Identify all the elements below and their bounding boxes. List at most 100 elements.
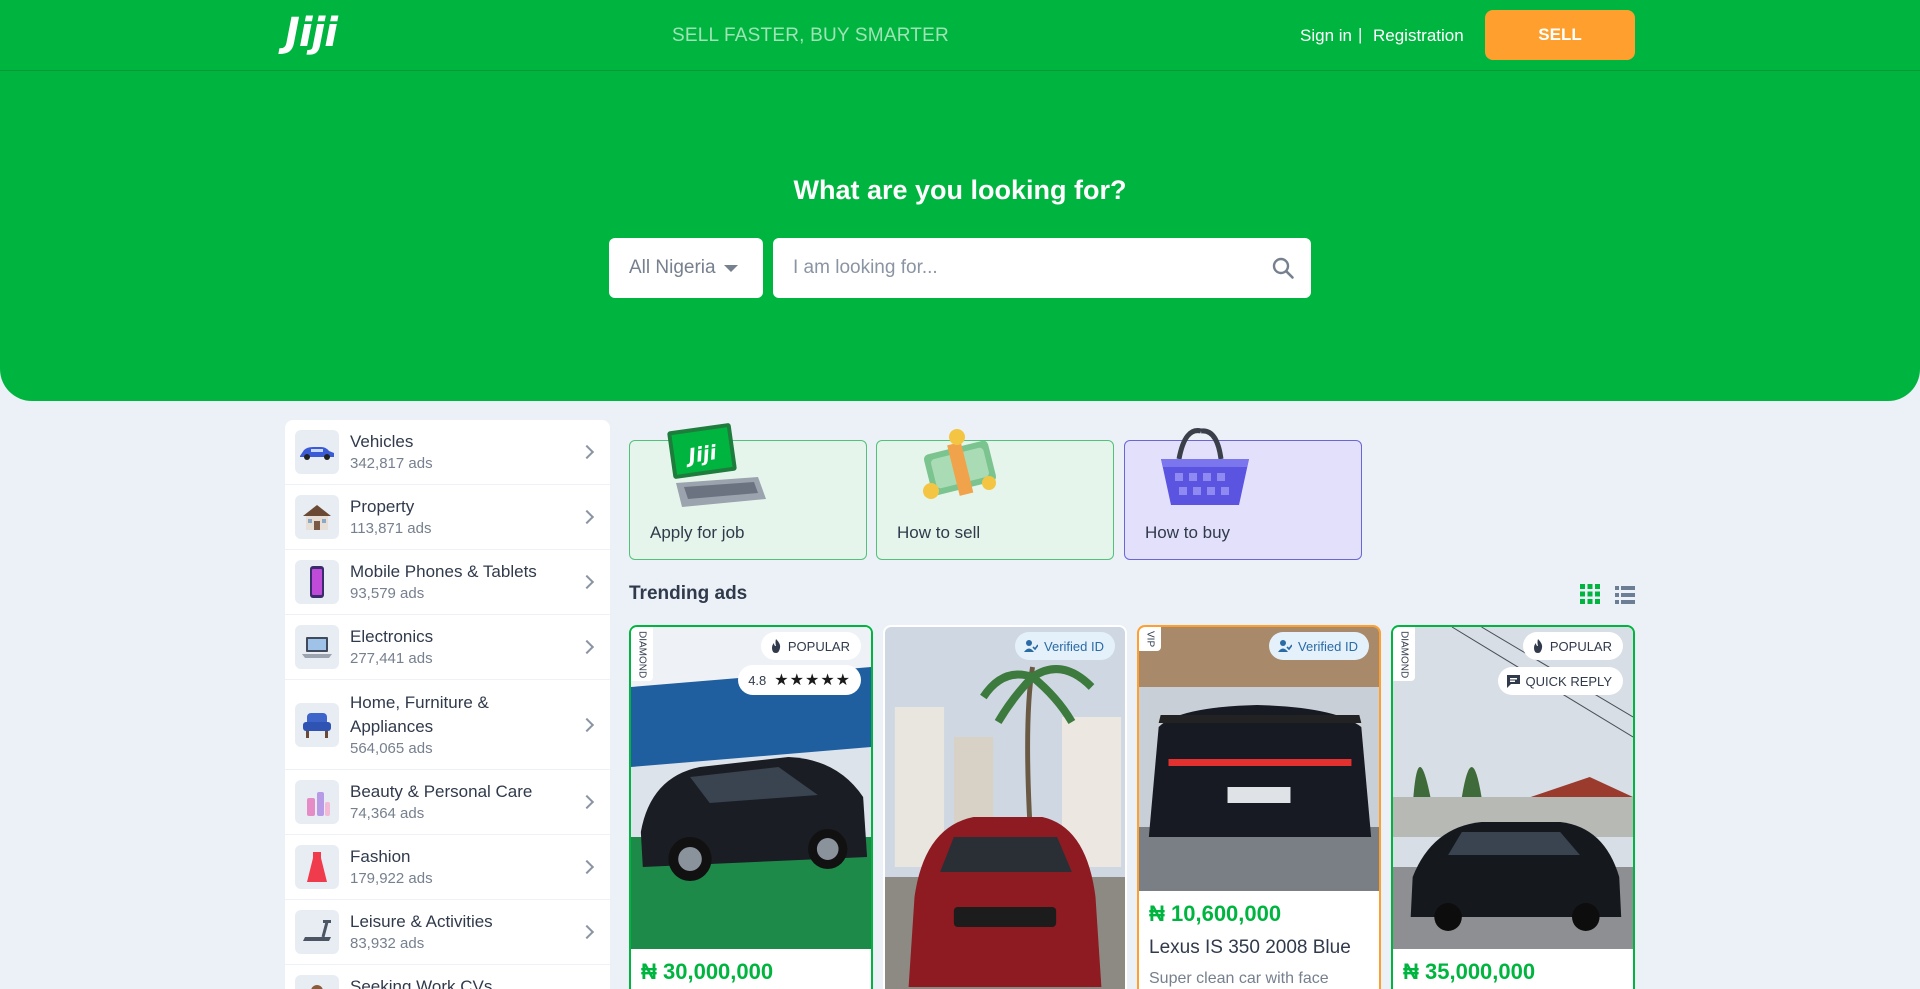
chevron-right-icon — [579, 574, 595, 590]
ad-price: ₦ 35,000,000 — [1403, 959, 1536, 984]
category-sidebar: Vehicles 342,817 ads Property 113,871 ads … — [285, 420, 610, 989]
jiji-logo[interactable]: Jiji — [285, 10, 338, 56]
category-name: Beauty & Personal Care — [350, 782, 533, 801]
category-count: 93,579 ads — [350, 585, 425, 602]
ad-card[interactable]: DIAMOND POPULAR 4.8 ★★★★★ ₦ 30,000,000 — [629, 625, 873, 989]
tier-label: DIAMOND — [631, 627, 653, 681]
category-item-beauty[interactable]: Beauty & Personal Care 74,364 ads — [285, 770, 610, 835]
location-select[interactable]: All Nigeria — [609, 238, 763, 298]
category-item-home-furniture[interactable]: Home, Furniture & Appliances 564,065 ads — [285, 680, 610, 770]
grid-view-icon[interactable] — [1580, 584, 1600, 604]
category-count: 83,932 ads — [350, 935, 425, 952]
category-name: Leisure & Activities — [350, 912, 493, 931]
category-name: Vehicles — [350, 432, 414, 451]
sign-in-link[interactable]: Sign in — [1300, 26, 1352, 46]
category-name: Property — [350, 497, 415, 516]
verified-user-icon — [1278, 640, 1293, 652]
nav-separator: | — [1358, 25, 1363, 44]
badge-text: Verified ID — [1044, 638, 1104, 654]
category-name: Home, Furniture & Appliances — [350, 692, 489, 736]
basket-icon — [1161, 428, 1249, 505]
tile-label: How to buy — [1145, 523, 1231, 542]
category-count: 564,065 ads — [350, 739, 433, 757]
chevron-right-icon — [579, 639, 595, 655]
category-name: Electronics — [350, 627, 434, 646]
person-icon — [295, 975, 339, 989]
category-item-leisure[interactable]: Leisure & Activities 83,932 ads — [285, 900, 610, 965]
popular-badge: POPULAR — [1522, 632, 1623, 660]
ad-image — [885, 627, 1125, 989]
star-icon: ★★★★★ — [774, 672, 851, 689]
badge-text: Verified ID — [1298, 638, 1358, 654]
popular-badge: POPULAR — [760, 632, 861, 660]
category-count: 113,871 ads — [350, 520, 432, 537]
verified-id-badge: Verified ID — [1015, 632, 1115, 660]
category-count: 277,441 ads — [350, 650, 433, 667]
registration-link[interactable]: Registration — [1373, 26, 1464, 46]
laptop-jiji-icon: Jiji — [667, 423, 766, 507]
ad-description: Super clean car with face — [1149, 970, 1329, 987]
chevron-right-icon — [579, 924, 595, 940]
category-count: 74,364 ads — [350, 805, 425, 822]
hero-title: What are you looking for? — [793, 175, 1127, 205]
quick-reply-badge: QUICK REPLY — [1497, 667, 1623, 695]
tile-label: Apply for job — [650, 523, 745, 542]
trending-ads-title: Trending ads — [629, 583, 748, 604]
flame-icon — [1533, 639, 1543, 653]
money-icon — [923, 429, 997, 499]
chevron-right-icon — [579, 444, 595, 460]
tier-label: DIAMOND — [1393, 627, 1415, 681]
tier-label: VIP — [1139, 627, 1161, 651]
list-view-icon[interactable] — [1615, 586, 1635, 604]
caret-down-icon — [723, 264, 738, 272]
search-box — [773, 238, 1311, 298]
armchair-icon — [295, 702, 339, 747]
flame-icon — [771, 639, 781, 653]
search-input[interactable] — [793, 238, 1253, 298]
category-name: Seeking Work CVs — [350, 977, 493, 989]
tile-how-to-sell[interactable]: How to sell — [876, 429, 1114, 560]
chevron-right-icon — [579, 859, 595, 875]
badge-text: POPULAR — [1549, 638, 1612, 654]
house-icon — [295, 495, 339, 539]
rating-value: 4.8 — [748, 672, 767, 688]
category-count: 342,817 ads — [350, 455, 433, 472]
ad-card[interactable]: VIP Verified ID ₦ 10,600,000 Lexus IS 35… — [1137, 625, 1381, 989]
chevron-right-icon — [579, 794, 595, 810]
ad-price: ₦ 10,600,000 — [1149, 901, 1282, 926]
sell-button[interactable]: SELL — [1485, 10, 1635, 60]
car-icon — [295, 430, 339, 474]
chat-icon — [1506, 674, 1520, 688]
badge-text: POPULAR — [787, 638, 850, 654]
laptop-icon — [295, 625, 339, 669]
location-value: All Nigeria — [629, 257, 716, 278]
ad-price: ₦ 30,000,000 — [641, 959, 774, 984]
tagline: SELL FASTER, BUY SMARTER — [672, 25, 949, 46]
dress-icon — [295, 845, 339, 889]
category-item-property[interactable]: Property 113,871 ads — [285, 485, 610, 550]
hero-banner: Jiji SELL FASTER, BUY SMARTER Sign in | … — [0, 0, 1920, 401]
category-item-electronics[interactable]: Electronics 277,441 ads — [285, 615, 610, 680]
tile-how-to-buy[interactable]: How to buy — [1124, 428, 1362, 560]
phone-icon — [295, 560, 339, 604]
tile-apply-for-job[interactable]: Jiji Apply for job — [629, 423, 867, 560]
rating-badge: 4.8 ★★★★★ — [738, 665, 861, 695]
category-item-fashion[interactable]: Fashion 179,922 ads — [285, 835, 610, 900]
category-name: Mobile Phones & Tablets — [350, 562, 537, 581]
verified-user-icon — [1024, 640, 1039, 652]
category-item-seeking-work[interactable]: Seeking Work CVs — [285, 965, 610, 989]
chevron-right-icon — [579, 717, 595, 732]
category-name: Fashion — [350, 847, 411, 866]
ad-card[interactable]: Verified ID — [883, 625, 1127, 989]
category-count: 179,922 ads — [350, 870, 433, 887]
category-item-vehicles[interactable]: Vehicles 342,817 ads — [285, 420, 610, 485]
tile-label: How to sell — [897, 523, 981, 542]
ad-card[interactable]: DIAMOND POPULAR QUICK REPLY ₦ 35,000,000 — [1391, 625, 1635, 989]
ad-image — [1139, 627, 1379, 891]
cosmetics-icon — [295, 780, 339, 824]
ad-title: Lexus IS 350 2008 Blue — [1149, 937, 1351, 958]
badge-text: QUICK REPLY — [1525, 673, 1612, 689]
verified-id-badge: Verified ID — [1269, 632, 1369, 660]
category-item-mobile-phones[interactable]: Mobile Phones & Tablets 93,579 ads — [285, 550, 610, 615]
search-icon[interactable] — [1271, 256, 1295, 280]
